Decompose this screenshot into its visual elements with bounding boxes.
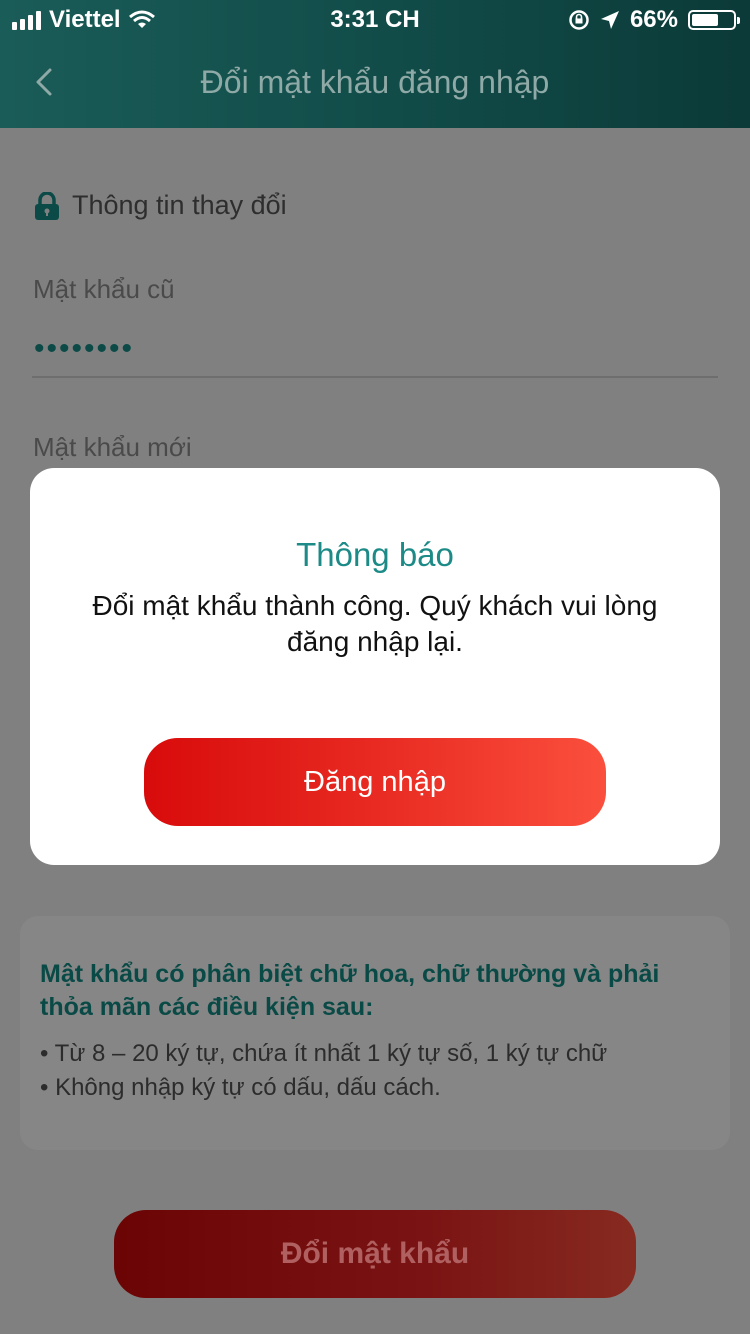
status-bar: Viettel 3:31 CH 66% (0, 0, 750, 40)
requirement-item: • Từ 8 – 20 ký tự, chứa ít nhất 1 ký tự … (40, 1040, 608, 1067)
page-title: Đổi mật khẩu đăng nhập (200, 64, 550, 100)
login-button[interactable]: Đăng nhập (144, 738, 606, 826)
divider (32, 376, 718, 378)
dialog-message: Đổi mật khẩu thành công. Quý khách vui l… (92, 590, 658, 657)
new-password-label: Mật khẩu mới (33, 432, 192, 462)
rotation-lock-icon (569, 10, 589, 30)
change-password-button[interactable]: Đổi mật khẩu (114, 1210, 636, 1298)
requirements-heading: Mật khẩu có phân biệt chữ hoa, chữ thườn… (40, 960, 660, 1021)
old-password-label: Mật khẩu cũ (33, 274, 175, 304)
dialog-title: Thông báo (296, 536, 454, 573)
old-password-field[interactable]: •••••••• (34, 332, 134, 366)
lock-icon (35, 191, 59, 220)
battery-percent: 66% (629, 6, 678, 33)
requirement-item: • Không nhập ký tự có dấu, dấu cách. (40, 1074, 441, 1101)
battery-icon (688, 10, 740, 30)
location-arrow-icon (600, 11, 619, 29)
password-requirements: Mật khẩu có phân biệt chữ hoa, chữ thườn… (20, 916, 730, 1150)
section-header: Thông tin thay đổi (34, 190, 287, 221)
notification-dialog: Thông báo Đổi mật khẩu thành công. Quý k… (30, 468, 720, 865)
section-title: Thông tin thay đổi (72, 190, 287, 220)
